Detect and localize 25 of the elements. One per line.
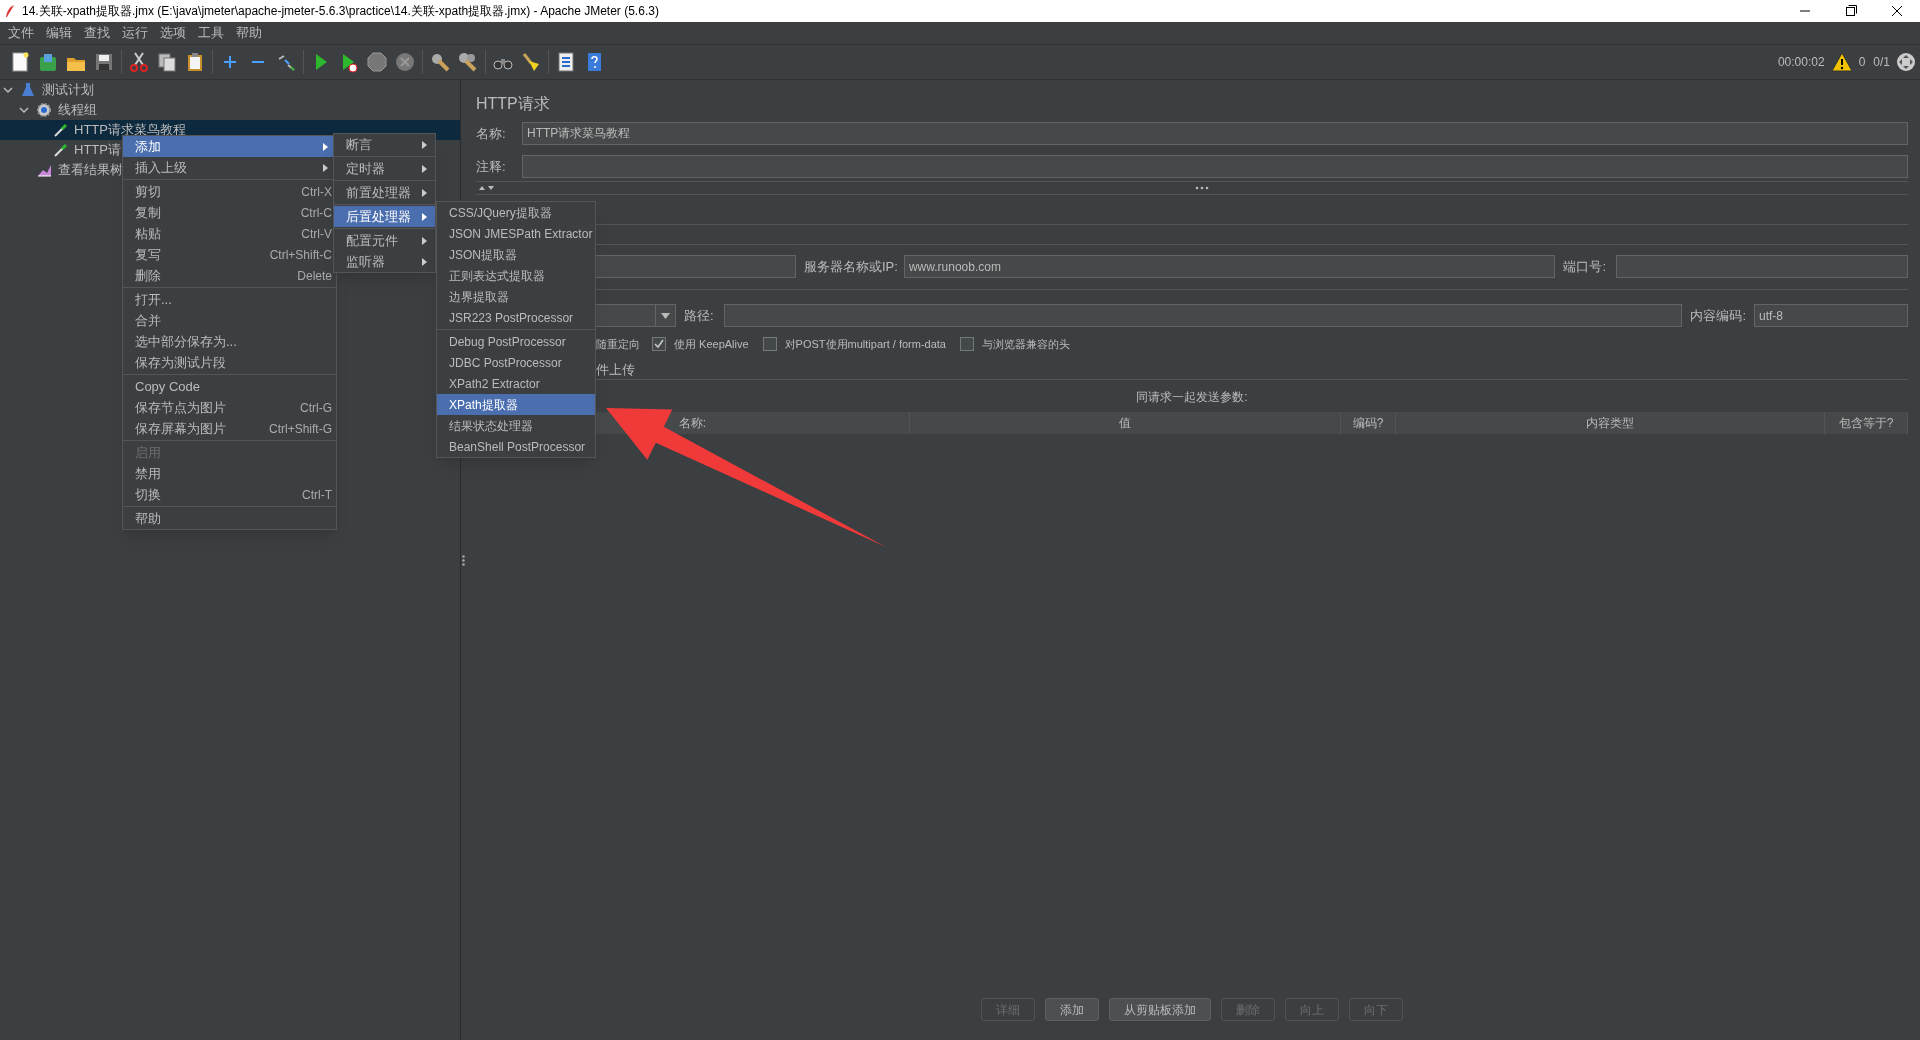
shortcut-label: Ctrl-V xyxy=(301,225,332,243)
shortcut-label: Ctrl-G xyxy=(300,399,332,417)
section-label: 件上传 xyxy=(596,360,635,379)
checkbox-label: 与浏览器兼容的头 xyxy=(981,336,1070,352)
field-label: 名称: xyxy=(476,124,507,143)
elapsed-time: 00:00:02 xyxy=(1777,54,1825,71)
shortcut-label: Ctrl-C xyxy=(300,204,332,222)
thread-count: 0/1 xyxy=(1873,54,1890,71)
checkbox-label: 使用 KeepAlive xyxy=(674,336,749,352)
shortcut-label: Ctrl+Shift-C xyxy=(269,246,332,264)
window-title: 14.关联-xpath提取器.jmx (E:\java\jmeter\apache-jmeter-5.6.3\practice\14.关联-xpath提取器.jmx) - Apache JMeter (5.6.3) xyxy=(22,3,659,20)
shortcut-label: Ctrl+Shift-G xyxy=(269,420,332,438)
panel-title: HTTP请求 xyxy=(476,94,550,114)
field-label: 内容编码: xyxy=(1690,306,1746,325)
table-caption: 同请求一起发送参数: xyxy=(1136,389,1248,406)
shortcut-label: Delete xyxy=(297,267,332,285)
checkbox-label: 对POST使用multipart / form-data xyxy=(784,336,946,352)
warning-count: 0 xyxy=(1858,54,1866,71)
field-label: 端口号: xyxy=(1563,257,1606,276)
shortcut-label: Ctrl-T xyxy=(302,486,332,504)
field-label: 服务器名称或IP: xyxy=(804,257,898,276)
option-label: 随重定向 xyxy=(596,336,640,352)
field-label: 注释: xyxy=(476,157,507,176)
shortcut-label: Ctrl-X xyxy=(301,183,332,201)
field-label: 路径: xyxy=(684,306,714,325)
